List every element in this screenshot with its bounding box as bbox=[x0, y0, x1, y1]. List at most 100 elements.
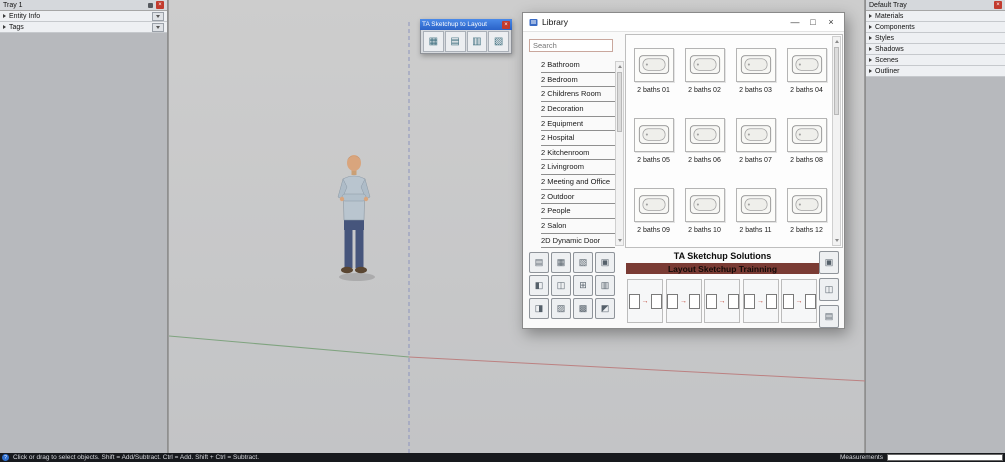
product-item[interactable]: 2 baths 12 bbox=[781, 181, 832, 251]
product-item[interactable]: 2 baths 01 bbox=[628, 41, 679, 111]
category-item[interactable]: 2 Childrens Room bbox=[541, 87, 615, 102]
product-item[interactable]: 2 baths 10 bbox=[679, 181, 730, 251]
library-titlebar[interactable]: Library — □ × bbox=[523, 13, 844, 32]
category-item[interactable]: 2 Outdoor bbox=[541, 190, 615, 205]
bathtub-thumbnail[interactable] bbox=[633, 48, 674, 82]
category-item[interactable]: 2 People bbox=[541, 204, 615, 219]
expand-arrow-icon[interactable] bbox=[3, 25, 6, 29]
library-shortcut-button[interactable]: ◨ bbox=[529, 298, 549, 319]
library-tool-button[interactable]: ▣ bbox=[819, 251, 839, 274]
expand-arrow-icon[interactable] bbox=[869, 58, 872, 62]
library-shortcut-button[interactable]: ▣ bbox=[595, 252, 615, 273]
search-input[interactable] bbox=[529, 39, 613, 52]
tray-panel-row[interactable]: Tags bbox=[0, 22, 167, 33]
bathtub-thumbnail[interactable] bbox=[633, 188, 674, 222]
measurements-input[interactable] bbox=[887, 454, 1003, 461]
product-item[interactable]: 2 baths 11 bbox=[730, 181, 781, 251]
help-icon[interactable]: ? bbox=[2, 454, 9, 461]
send-to-layout-button[interactable]: → bbox=[781, 279, 817, 323]
tray-panel-row[interactable]: Entity Info bbox=[0, 11, 167, 22]
category-item[interactable]: 2 Kitchenroom bbox=[541, 146, 615, 161]
layout-export-tool-button[interactable]: ▦ bbox=[423, 31, 444, 52]
send-to-layout-button[interactable]: → bbox=[704, 279, 740, 323]
scroll-up-icon[interactable] bbox=[616, 62, 623, 71]
library-shortcut-button[interactable]: ▦ bbox=[551, 252, 571, 273]
product-item[interactable]: 2 baths 06 bbox=[679, 111, 730, 181]
close-icon[interactable]: × bbox=[994, 1, 1002, 9]
scale-figure-person[interactable] bbox=[329, 150, 385, 284]
default-tray-header[interactable]: Default Tray × bbox=[866, 0, 1005, 11]
category-item[interactable]: 2 Bedroom bbox=[541, 73, 615, 88]
bathtub-thumbnail[interactable] bbox=[633, 118, 674, 152]
expand-arrow-icon[interactable] bbox=[869, 14, 872, 18]
tray-panel-row[interactable]: Styles bbox=[866, 33, 1005, 44]
pin-icon[interactable] bbox=[148, 2, 153, 8]
layout-export-tool-button[interactable]: ▥ bbox=[466, 31, 488, 52]
maximize-button[interactable]: □ bbox=[806, 17, 820, 27]
bathtub-thumbnail[interactable] bbox=[735, 118, 776, 152]
library-shortcut-button[interactable]: ▨ bbox=[551, 298, 571, 319]
minimize-button[interactable]: — bbox=[788, 17, 802, 27]
layout-export-tool-button[interactable]: ▧ bbox=[488, 31, 509, 52]
library-shortcut-button[interactable]: ◫ bbox=[551, 275, 571, 296]
library-shortcut-button[interactable]: ▩ bbox=[573, 298, 593, 319]
category-item[interactable]: 2 Decoration bbox=[541, 102, 615, 117]
product-item[interactable]: 2 baths 04 bbox=[781, 41, 832, 111]
category-scrollbar[interactable] bbox=[615, 61, 624, 246]
expand-arrow-icon[interactable] bbox=[869, 69, 872, 73]
expand-arrow-icon[interactable] bbox=[869, 25, 872, 29]
send-to-layout-button[interactable]: → bbox=[627, 279, 663, 323]
tray-panel-row[interactable]: Materials bbox=[866, 11, 1005, 22]
library-shortcut-button[interactable]: ⊞ bbox=[573, 275, 593, 296]
library-shortcut-button[interactable]: ▧ bbox=[573, 252, 593, 273]
bathtub-thumbnail[interactable] bbox=[786, 118, 827, 152]
panel-menu-button[interactable] bbox=[152, 22, 164, 32]
bathtub-thumbnail[interactable] bbox=[786, 48, 827, 82]
library-tool-button[interactable]: ▤ bbox=[819, 305, 839, 328]
library-shortcut-button[interactable]: ◩ bbox=[595, 298, 615, 319]
product-item[interactable]: 2 baths 03 bbox=[730, 41, 781, 111]
bathtub-thumbnail[interactable] bbox=[735, 48, 776, 82]
category-item[interactable]: 2 Hospital bbox=[541, 131, 615, 146]
library-shortcut-button[interactable]: ▥ bbox=[595, 275, 615, 296]
category-item[interactable]: 2 Salon bbox=[541, 219, 615, 234]
product-item[interactable]: 2 baths 09 bbox=[628, 181, 679, 251]
expand-arrow-icon[interactable] bbox=[869, 36, 872, 40]
close-icon[interactable]: × bbox=[156, 1, 164, 9]
bathtub-thumbnail[interactable] bbox=[684, 118, 725, 152]
category-item[interactable]: 2 Equipment bbox=[541, 117, 615, 132]
tray-panel-row[interactable]: Outliner bbox=[866, 66, 1005, 77]
bathtub-thumbnail[interactable] bbox=[786, 188, 827, 222]
product-item[interactable]: 2 baths 07 bbox=[730, 111, 781, 181]
library-shortcut-button[interactable]: ▤ bbox=[529, 252, 549, 273]
bathtub-thumbnail[interactable] bbox=[684, 48, 725, 82]
layout-export-tool-button[interactable]: ▤ bbox=[444, 31, 466, 52]
category-item[interactable]: 2 Meeting and Office bbox=[541, 175, 615, 190]
grid-scrollbar[interactable] bbox=[832, 36, 841, 246]
tray-panel-row[interactable]: Components bbox=[866, 22, 1005, 33]
library-tool-button[interactable]: ◫ bbox=[819, 278, 839, 301]
panel-menu-button[interactable] bbox=[152, 11, 164, 21]
expand-arrow-icon[interactable] bbox=[3, 14, 6, 18]
close-button[interactable]: × bbox=[824, 17, 838, 27]
category-item[interactable]: 2 Livingroom bbox=[541, 160, 615, 175]
expand-arrow-icon[interactable] bbox=[869, 47, 872, 51]
library-shortcut-button[interactable]: ◧ bbox=[529, 275, 549, 296]
scrollbar-thumb[interactable] bbox=[834, 47, 839, 115]
bathtub-thumbnail[interactable] bbox=[735, 188, 776, 222]
tray-panel-row[interactable]: Shadows bbox=[866, 44, 1005, 55]
tray-panel-row[interactable]: Scenes bbox=[866, 55, 1005, 66]
scroll-down-icon[interactable] bbox=[833, 236, 840, 245]
send-to-layout-button[interactable]: → bbox=[665, 279, 702, 323]
category-item[interactable]: 2 Bathroom bbox=[541, 58, 615, 73]
scroll-down-icon[interactable] bbox=[616, 236, 623, 245]
toolbar-titlebar[interactable]: TA Sketchup to Layout × bbox=[420, 19, 512, 30]
close-icon[interactable]: × bbox=[502, 20, 510, 29]
product-item[interactable]: 2 baths 05 bbox=[628, 111, 679, 181]
product-item[interactable]: 2 baths 02 bbox=[679, 41, 730, 111]
product-item[interactable]: 2 baths 08 bbox=[781, 111, 832, 181]
scroll-up-icon[interactable] bbox=[833, 37, 840, 46]
bathtub-thumbnail[interactable] bbox=[684, 188, 725, 222]
category-item[interactable]: 2D Dynamic Door bbox=[541, 234, 615, 249]
scrollbar-thumb[interactable] bbox=[617, 72, 622, 132]
